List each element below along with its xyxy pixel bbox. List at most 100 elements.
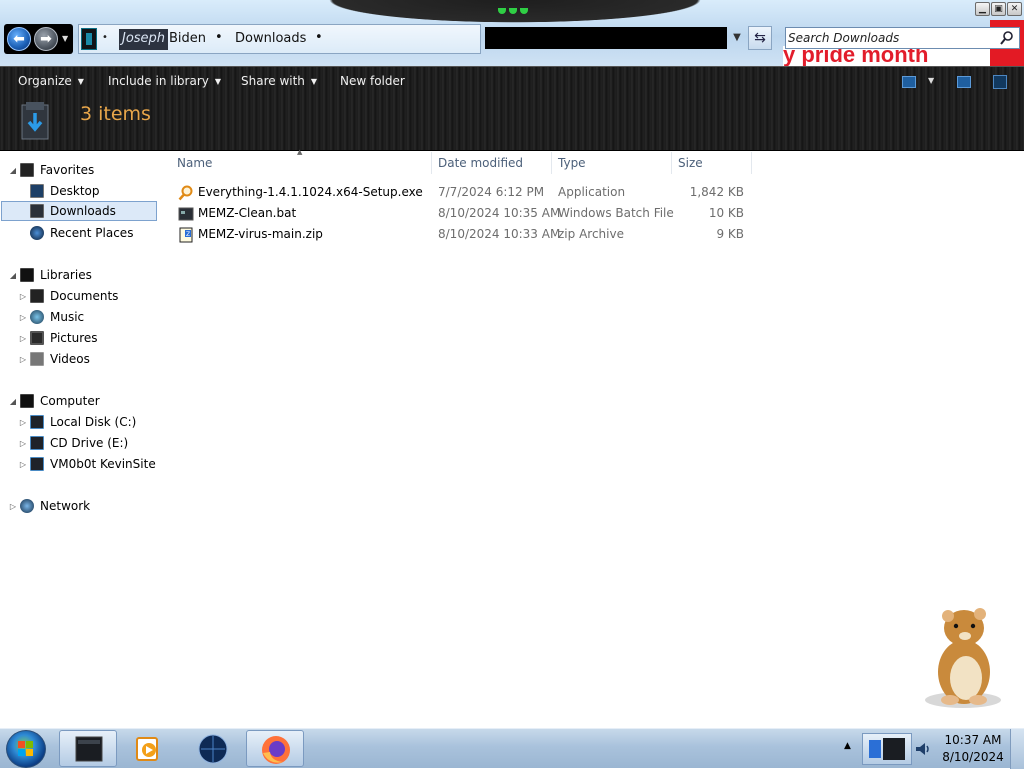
background-banner: y pride month	[783, 46, 1024, 66]
folder-icon	[81, 28, 97, 50]
file-name[interactable]: MEMZ-virus-main.zip	[198, 224, 323, 245]
file-date-modified: 8/10/2024 10:35 AM	[438, 206, 561, 220]
collapse-icon[interactable]: ◢	[8, 166, 18, 175]
taskbar-explorer-button[interactable]	[59, 730, 117, 767]
search-box[interactable]	[785, 27, 1020, 49]
notch-light	[509, 8, 517, 14]
hamster-desktop-pet[interactable]	[918, 600, 1008, 712]
refresh-icon: ⇆	[754, 30, 766, 46]
clock-time[interactable]: 10:37 AM	[942, 733, 1004, 747]
file-row[interactable]: Z MEMZ-virus-main.zip 8/10/2024 10:33 AM…	[170, 224, 752, 245]
search-icon[interactable]	[999, 30, 1015, 46]
network-drive-icon	[30, 457, 44, 471]
theme-notch	[300, 0, 730, 26]
view-options-dropdown[interactable]: ▼	[928, 76, 934, 85]
nav-item-recent-places[interactable]: Recent Places	[30, 223, 133, 243]
refresh-button[interactable]: ⇆	[748, 26, 772, 50]
breadcrumb-user-first[interactable]: Joseph	[119, 29, 169, 50]
taskbar: ▲ 10:37 AM 8/10/2024	[0, 728, 1024, 769]
help-icon[interactable]	[993, 75, 1007, 89]
minimize-button[interactable]: ▁	[975, 2, 990, 16]
file-name[interactable]: Everything-1.4.1.1024.x64-Setup.exe	[198, 182, 423, 203]
taskbar-browser-button[interactable]	[184, 730, 242, 767]
nav-item-label: Documents	[50, 289, 119, 303]
organize-button[interactable]: Organize ▼	[18, 74, 84, 88]
nav-item-local-disk[interactable]: ▷ Local Disk (C:)	[18, 412, 136, 432]
computer-icon	[20, 394, 34, 408]
share-with-button[interactable]: Share with ▼	[241, 74, 317, 88]
nav-item-label: Pictures	[50, 331, 98, 345]
include-in-library-button[interactable]: Include in library ▼	[108, 74, 221, 88]
nav-network[interactable]: ▷ Network	[8, 496, 90, 516]
explorer-icon	[75, 736, 103, 762]
search-input[interactable]	[788, 28, 993, 48]
forward-arrow-icon: ➡	[40, 31, 52, 47]
nav-item-label: Recent Places	[50, 226, 134, 240]
address-history-dropdown[interactable]: ▼	[730, 28, 744, 48]
file-name[interactable]: MEMZ-Clean.bat	[198, 203, 296, 224]
nav-item-pictures[interactable]: ▷ Pictures	[18, 328, 98, 348]
recent-pages-dropdown[interactable]: ▼	[62, 34, 68, 43]
tray-explorer-thumbnail[interactable]	[862, 733, 912, 765]
preview-pane-icon[interactable]	[957, 76, 971, 88]
expand-icon[interactable]: ▷	[8, 502, 18, 511]
breadcrumb-downloads[interactable]: Downloads	[235, 31, 306, 46]
change-view-icon[interactable]	[902, 76, 916, 88]
address-bar-blank	[485, 27, 727, 49]
tray-app-icon	[869, 738, 905, 760]
back-arrow-icon: ⬅	[13, 31, 25, 47]
nav-item-label: CD Drive (E:)	[50, 436, 129, 450]
breadcrumb-user-last[interactable]: Biden	[169, 31, 206, 46]
expand-icon[interactable]: ▷	[18, 292, 28, 301]
expand-icon[interactable]: ▷	[18, 460, 28, 469]
nav-item-cd-drive[interactable]: ▷ CD Drive (E:)	[18, 433, 128, 453]
nav-item-downloads[interactable]: Downloads	[1, 201, 157, 221]
volume-icon[interactable]	[914, 741, 932, 757]
taskbar-media-player-button[interactable]	[120, 730, 178, 767]
column-header-type[interactable]: Type	[551, 152, 672, 174]
favorites-icon	[20, 163, 34, 177]
column-header-name[interactable]: Name	[170, 152, 432, 174]
nav-item-documents[interactable]: ▷ Documents	[18, 286, 118, 306]
collapse-icon[interactable]: ◢	[8, 271, 18, 280]
close-button[interactable]: ✕	[1007, 2, 1022, 16]
show-hidden-icons-button[interactable]: ▲	[844, 741, 851, 751]
address-bar[interactable]: • Joseph Biden • Downloads •	[78, 24, 481, 54]
column-header-size[interactable]: Size	[671, 152, 752, 174]
taskbar-firefox-button[interactable]	[246, 730, 304, 767]
show-desktop-button[interactable]	[1010, 729, 1024, 769]
breadcrumb-separator[interactable]: •	[102, 32, 108, 43]
nav-item-label: Local Disk (C:)	[50, 415, 137, 429]
nav-computer[interactable]: ◢ Computer	[8, 391, 100, 411]
expand-icon[interactable]: ▷	[18, 439, 28, 448]
column-header-date-modified[interactable]: Date modified	[431, 152, 552, 174]
nav-favorites[interactable]: ◢ Favorites	[8, 160, 94, 180]
start-button[interactable]	[6, 730, 46, 768]
file-list: ▲ Name Date modified Type Size Everythin…	[170, 148, 1024, 728]
file-row[interactable]: MEMZ-Clean.bat 8/10/2024 10:35 AM Window…	[170, 203, 752, 224]
title-bar: ⬅ ➡ ▼ • Joseph Biden • Downloads • ▼ ⇆ y…	[0, 0, 1024, 66]
maximize-button[interactable]: ▣	[991, 2, 1006, 16]
expand-icon[interactable]: ▷	[18, 418, 28, 427]
back-button[interactable]: ⬅	[7, 27, 31, 51]
breadcrumb-separator[interactable]: •	[215, 30, 223, 45]
desktop-icon	[30, 184, 44, 198]
breadcrumb-separator[interactable]: •	[315, 30, 323, 45]
nav-item-network-drive[interactable]: ▷ VM0b0t KevinSite	[18, 454, 156, 474]
globe-icon	[198, 734, 228, 764]
nav-libraries[interactable]: ◢ Libraries	[8, 265, 92, 285]
nav-item-music[interactable]: ▷ Music	[18, 307, 84, 327]
music-icon	[30, 310, 44, 324]
expand-icon[interactable]: ▷	[18, 355, 28, 364]
nav-item-videos[interactable]: ▷ Videos	[18, 349, 90, 369]
clock-date[interactable]: 8/10/2024	[942, 750, 1004, 764]
expand-icon[interactable]: ▷	[18, 313, 28, 322]
media-player-icon	[136, 737, 158, 761]
forward-button[interactable]: ➡	[34, 27, 58, 51]
collapse-icon[interactable]: ◢	[8, 397, 18, 406]
nav-item-desktop[interactable]: Desktop	[30, 181, 100, 201]
file-row[interactable]: Everything-1.4.1.1024.x64-Setup.exe 7/7/…	[170, 182, 752, 203]
file-date-modified: 8/10/2024 10:33 AM	[438, 227, 561, 241]
expand-icon[interactable]: ▷	[18, 334, 28, 343]
new-folder-button[interactable]: New folder	[340, 74, 405, 88]
